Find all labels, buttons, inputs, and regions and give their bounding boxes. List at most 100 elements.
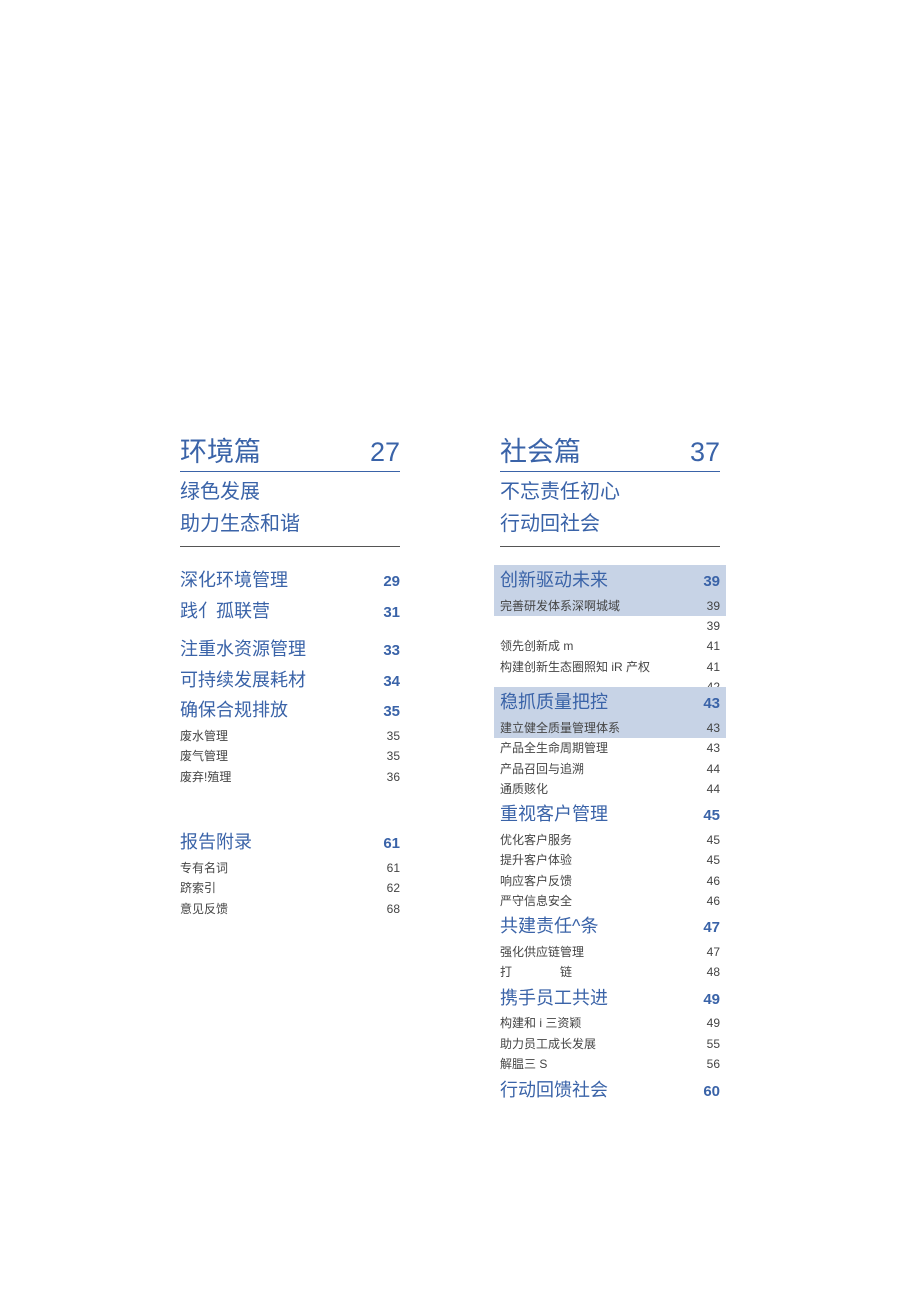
toc-row: 意见反馈 68 xyxy=(180,899,400,919)
toc-item-page: 46 xyxy=(707,891,720,911)
toc-item-page: 35 xyxy=(387,746,400,766)
spacer xyxy=(180,626,400,634)
left-big-title: 环境篇 xyxy=(180,430,261,469)
toc-row: 强化供应链管理47 xyxy=(500,942,720,962)
left-sub-lines: 绿色发展 助力生态和谐 xyxy=(180,476,400,547)
toc-item-page: 46 xyxy=(707,871,720,891)
toc-item-title: 构建和 i 三资颖 xyxy=(500,1013,581,1033)
toc-page: 60 xyxy=(703,1079,720,1105)
right-big-title: 社会篇 xyxy=(500,430,581,469)
toc-page: 33 xyxy=(383,638,400,664)
toc-row: 深化环境管理 29 xyxy=(180,565,400,596)
toc-item-page: 55 xyxy=(707,1034,720,1054)
toc-row: 完善研发体系深啊城域 39 xyxy=(494,596,726,616)
toc-row: 打 链48 xyxy=(500,962,720,982)
toc-row: 确保合规排放 35 xyxy=(180,695,400,726)
toc-row: 共建责任^条47 xyxy=(500,911,720,942)
toc-item-title: 解腽三 S xyxy=(500,1054,547,1074)
toc-title: 行动回馈社会 xyxy=(500,1075,608,1106)
toc-item-page: 41 xyxy=(707,657,720,677)
toc-row: 产品召回与追溯 44 xyxy=(500,759,720,779)
toc-row: 践亻孤联营 31 xyxy=(180,596,400,627)
toc-row: 可持续发展耗材 34 xyxy=(180,665,400,696)
toc-row: 优化客户服务45 xyxy=(500,830,720,850)
toc-item-page: 39 xyxy=(707,616,720,636)
toc-page: 47 xyxy=(703,915,720,941)
left-big-page: 27 xyxy=(370,437,400,468)
toc-title: 可持续发展耗材 xyxy=(180,665,306,696)
toc-row: 助力员工成长发展 55 xyxy=(500,1034,720,1054)
toc-item-title: 跻索引 xyxy=(180,878,216,898)
right-sub-line-1: 行动回社会 xyxy=(500,508,720,540)
left-big-row: 环境篇 27 xyxy=(180,430,400,472)
toc-item-title: 严守信息安全 xyxy=(500,891,572,911)
toc-item-title: 产品召回与追溯 xyxy=(500,759,584,779)
toc-item-page: 41 xyxy=(707,636,720,656)
toc-item-page: 42 xyxy=(707,677,720,687)
toc-row: 构建和 i 三资颖 49 xyxy=(500,1013,720,1033)
toc-item-title: 提升客户体验 xyxy=(500,850,572,870)
toc-item-title: 废弃!殖理 xyxy=(180,767,231,787)
toc-title: 携手员工共进 xyxy=(500,983,608,1014)
toc-title: 报告附录 xyxy=(180,827,252,858)
toc-row: 废水管理35 xyxy=(180,726,400,746)
toc-item-page: 35 xyxy=(387,726,400,746)
toc-item-title: 打 链 xyxy=(500,962,572,982)
toc-page: 35 xyxy=(383,699,400,725)
toc-item-page: 43 xyxy=(707,738,720,758)
toc-row: 产品全生命周期管理 43 xyxy=(500,738,720,758)
toc-item-page: 45 xyxy=(707,850,720,870)
toc-item-title: 专有名词 xyxy=(180,858,228,878)
toc-item-page: 68 xyxy=(387,899,400,919)
toc-row: 重视客户管理45 xyxy=(500,799,720,830)
toc-row: 领先创新成 m 41 xyxy=(500,636,720,656)
toc-page: 61 xyxy=(383,831,400,857)
toc-row: 专有名词 61 xyxy=(180,858,400,878)
toc-item-title: 领先创新成 m xyxy=(500,636,573,656)
toc-page: 34 xyxy=(383,669,400,695)
left-col: 环境篇 27 绿色发展 助力生态和谐 深化环境管理 29 践亻孤联营 31 注重水资… xyxy=(180,430,400,1105)
toc-title: 确保合规排放 xyxy=(180,695,288,726)
toc-page: 29 xyxy=(383,569,400,595)
toc-item-page: 44 xyxy=(707,759,720,779)
toc-row: 建立健全质量管理体系43 xyxy=(494,718,726,738)
toc-item-page: 61 xyxy=(387,858,400,878)
toc-title: 践亻孤联营 xyxy=(180,596,270,627)
toc-item-title: 完善研发体系深啊城域 xyxy=(500,596,620,616)
left-sub-line-1: 助力生态和谐 xyxy=(180,508,400,540)
columns: 环境篇 27 绿色发展 助力生态和谐 深化环境管理 29 践亻孤联营 31 注重水资… xyxy=(180,430,720,1105)
spacer xyxy=(180,787,400,827)
toc-title: 深化环境管理 xyxy=(180,565,288,596)
toc-page: 31 xyxy=(383,600,400,626)
toc-item-title: 建立健全质量管理体系 xyxy=(500,718,620,738)
right-big-page: 37 xyxy=(690,437,720,468)
toc-item-page: 44 xyxy=(707,779,720,799)
toc-item-page: 62 xyxy=(387,878,400,898)
right-sub-lines: 不忘责任初心 行动回社会 xyxy=(500,476,720,547)
right-sub-line-0: 不忘责任初心 xyxy=(500,476,720,508)
toc-item-title: 响应客户反馈 xyxy=(500,871,572,891)
toc-item-title: 构建创新生态圈照知 iR 产权 xyxy=(500,657,650,677)
toc-item-title: 优化客户服务 xyxy=(500,830,572,850)
toc-item-page: 39 xyxy=(707,596,720,616)
toc-row: 注重水资源管理 33 xyxy=(180,634,400,665)
toc-row: 报告附录 61 xyxy=(180,827,400,858)
toc-row: 携手员工共进 49 xyxy=(500,983,720,1014)
toc-item-title: 废气管理 xyxy=(180,746,228,766)
toc-item-title: 通质赅化 xyxy=(500,779,548,799)
toc-row: 严守信息安全 46 xyxy=(500,891,720,911)
right-col: 社会篇 37 不忘责任初心 行动回社会 创新驱动未来39 完善研发体系深啊城域3… xyxy=(500,430,720,1105)
toc-title: 注重水资源管理 xyxy=(180,634,306,665)
toc-row: 废弃!殖理 36 xyxy=(180,767,400,787)
toc-item-title: 意见反馈 xyxy=(180,899,228,919)
toc-item-title: 助力员工成长发展 xyxy=(500,1034,596,1054)
toc-page: 49 xyxy=(703,987,720,1013)
toc-row: 行动回馈社会 60 xyxy=(500,1075,720,1106)
toc-item-page: 47 xyxy=(707,942,720,962)
right-big-row: 社会篇 37 xyxy=(500,430,720,472)
toc-item-title: 产品全生命周期管理 xyxy=(500,738,608,758)
toc-item-page: 36 xyxy=(387,767,400,787)
toc-page: 39 xyxy=(703,569,720,595)
toc-item-page: 49 xyxy=(707,1013,720,1033)
toc-title: 稳抓质量把控 xyxy=(500,687,608,718)
